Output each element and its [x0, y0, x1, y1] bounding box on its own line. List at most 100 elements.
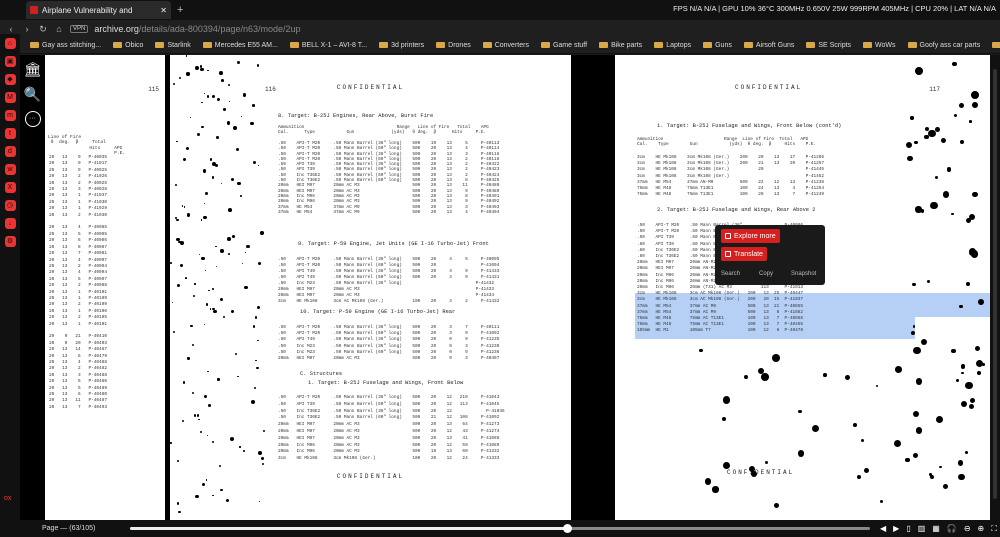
bookmark-item[interactable]: 3d printers [379, 42, 424, 49]
games-sidebar-icon[interactable]: ◆ [4, 74, 16, 85]
news-sidebar-icon[interactable]: ▣ [4, 56, 16, 67]
scan-speck [253, 387, 257, 390]
ink-dot [957, 460, 964, 466]
twitch-sidebar-icon[interactable]: t [4, 128, 16, 139]
bookmark-folder-icon [743, 42, 753, 49]
fullscreen-icon[interactable]: ⛶ [991, 524, 997, 534]
mid-title-3: 10. Target: P-59 Engine (GE I-16 Turbo-J… [300, 309, 456, 315]
page-mid-footer: CONFIDENTIAL [336, 473, 405, 480]
scan-speck [242, 93, 246, 97]
ink-dot [934, 175, 939, 179]
bookmark-item[interactable]: Drones [436, 42, 471, 49]
scan-speck [179, 263, 183, 267]
forward-icon[interactable]: › [22, 24, 32, 34]
scan-speck [231, 235, 235, 238]
scan-speck [174, 183, 178, 187]
ink-dot [812, 425, 820, 433]
whatsapp-sidebar-icon[interactable]: w [4, 164, 16, 175]
settings-sidebar-icon[interactable]: ⚙ [4, 236, 16, 247]
scan-speck [205, 269, 207, 271]
read-aloud-icon[interactable]: 🎧 [947, 524, 957, 534]
back-icon[interactable]: ‹ [6, 24, 16, 34]
page-slider-handle[interactable] [562, 524, 572, 533]
home-sidebar-icon[interactable]: ⌂ [4, 38, 16, 49]
bookmark-item[interactable]: Airsoft Guns [743, 42, 795, 49]
bookmark-item[interactable]: BELL X-1 – AVI-8 T... [289, 42, 367, 49]
next-page-icon[interactable]: ▶ [893, 524, 899, 534]
bookmark-item[interactable]: WoWs [863, 42, 896, 49]
bookmark-item[interactable]: Guns [703, 42, 732, 49]
scan-speck [257, 261, 262, 266]
bookmark-item[interactable]: YouTube [992, 42, 1000, 49]
scrollbar[interactable] [993, 69, 997, 499]
new-tab-button[interactable]: + [177, 4, 183, 16]
ink-dot [751, 471, 758, 477]
bookmark-item[interactable]: Mercedes E55 AM... [202, 42, 278, 49]
zoom-out-icon[interactable]: ⊖ [964, 524, 971, 534]
book-viewer[interactable]: 115 Line of Fire θ deg. β Total Hits APG… [45, 55, 1000, 520]
bookmark-item[interactable]: Converters [482, 42, 529, 49]
mid-title-2: 9. Target: P-59 Engine, Jet Units (GE I-… [298, 241, 489, 247]
two-page-view-icon[interactable]: ▥ [918, 524, 926, 534]
snapshot-action[interactable]: Snapshot [791, 271, 816, 277]
right-table-header: Ammunition Range Line of Fire Total APG … [637, 137, 817, 148]
downloads-sidebar-icon[interactable]: ↓ [4, 218, 16, 229]
scan-speck [252, 160, 256, 164]
scan-speck [192, 391, 195, 394]
explore-more-button[interactable]: Explore more [721, 229, 780, 243]
url-field[interactable]: archive.org/details/ada-800394/page/n63/… [94, 24, 300, 34]
scan-speck [177, 284, 181, 288]
one-page-view-icon[interactable]: ▯ [906, 524, 910, 534]
search-icon[interactable]: 🔍 [24, 86, 41, 103]
thumbnail-view-icon[interactable]: ▦ [932, 524, 940, 534]
scan-speck [214, 163, 219, 168]
scan-speck [261, 462, 265, 465]
scan-speck [234, 352, 237, 355]
mail-sidebar-icon[interactable]: M [4, 92, 16, 103]
vpn-badge[interactable]: VPN [70, 25, 89, 33]
home-icon[interactable]: ⌂ [54, 24, 64, 34]
bookmark-item[interactable]: Game stuff [540, 42, 588, 49]
x-sidebar-icon[interactable]: X [4, 182, 16, 193]
bookmark-label: Airsoft Guns [755, 42, 795, 49]
tab-close-icon[interactable]: ✕ [160, 6, 167, 15]
bookmark-folder-icon [379, 42, 389, 49]
more-options-icon[interactable]: ··· [24, 111, 41, 127]
bookmark-item[interactable]: Bike parts [599, 42, 642, 49]
translate-button[interactable]: Translate [721, 247, 767, 261]
search-action[interactable]: Search [721, 271, 740, 277]
prev-page-icon[interactable]: ◀ [880, 524, 886, 534]
bookmark-label: Game stuff [552, 42, 588, 49]
scan-speck [250, 400, 255, 405]
history-sidebar-icon[interactable]: ◷ [4, 200, 16, 211]
scan-speck [170, 442, 172, 444]
bookmark-item[interactable]: Goofy ass car parts [907, 42, 980, 49]
page-slider-fill [130, 527, 567, 530]
bookmark-item[interactable]: Starlink [155, 42, 191, 49]
scan-speck [189, 116, 192, 118]
page-right-number: 117 [929, 86, 940, 93]
bookmark-item[interactable]: Obico [113, 42, 143, 49]
messenger-sidebar-icon[interactable]: m [4, 110, 16, 121]
bookmark-item[interactable]: SE Scripts [806, 42, 851, 49]
zoom-in-icon[interactable]: ⊕ [978, 524, 985, 534]
scan-speck [199, 430, 202, 434]
bookmark-item[interactable]: Laptops [654, 42, 691, 49]
archive-logo-icon[interactable]: 🏛 [24, 61, 42, 78]
page-slider[interactable] [130, 524, 870, 533]
discord-sidebar-icon[interactable]: d [4, 146, 16, 157]
page-right-footer: CONFIDENTIAL [727, 469, 795, 476]
copy-action[interactable]: Copy [759, 271, 773, 277]
scan-speck [204, 324, 206, 326]
ink-dot [757, 368, 764, 375]
scan-speck [172, 82, 175, 85]
reload-icon[interactable]: ↻ [38, 24, 48, 35]
mid-table-header: Ammunition Range Line of Fire Total APG … [278, 125, 489, 136]
tab-archive[interactable]: Airplane Vulnerability and ✕ [26, 1, 171, 19]
scan-speck [202, 482, 206, 487]
ink-dot [920, 209, 924, 213]
scan-speck [220, 248, 224, 253]
scan-speck [237, 61, 241, 65]
scan-speck [213, 309, 217, 313]
bookmark-item[interactable]: Gay ass stitching... [30, 42, 101, 49]
